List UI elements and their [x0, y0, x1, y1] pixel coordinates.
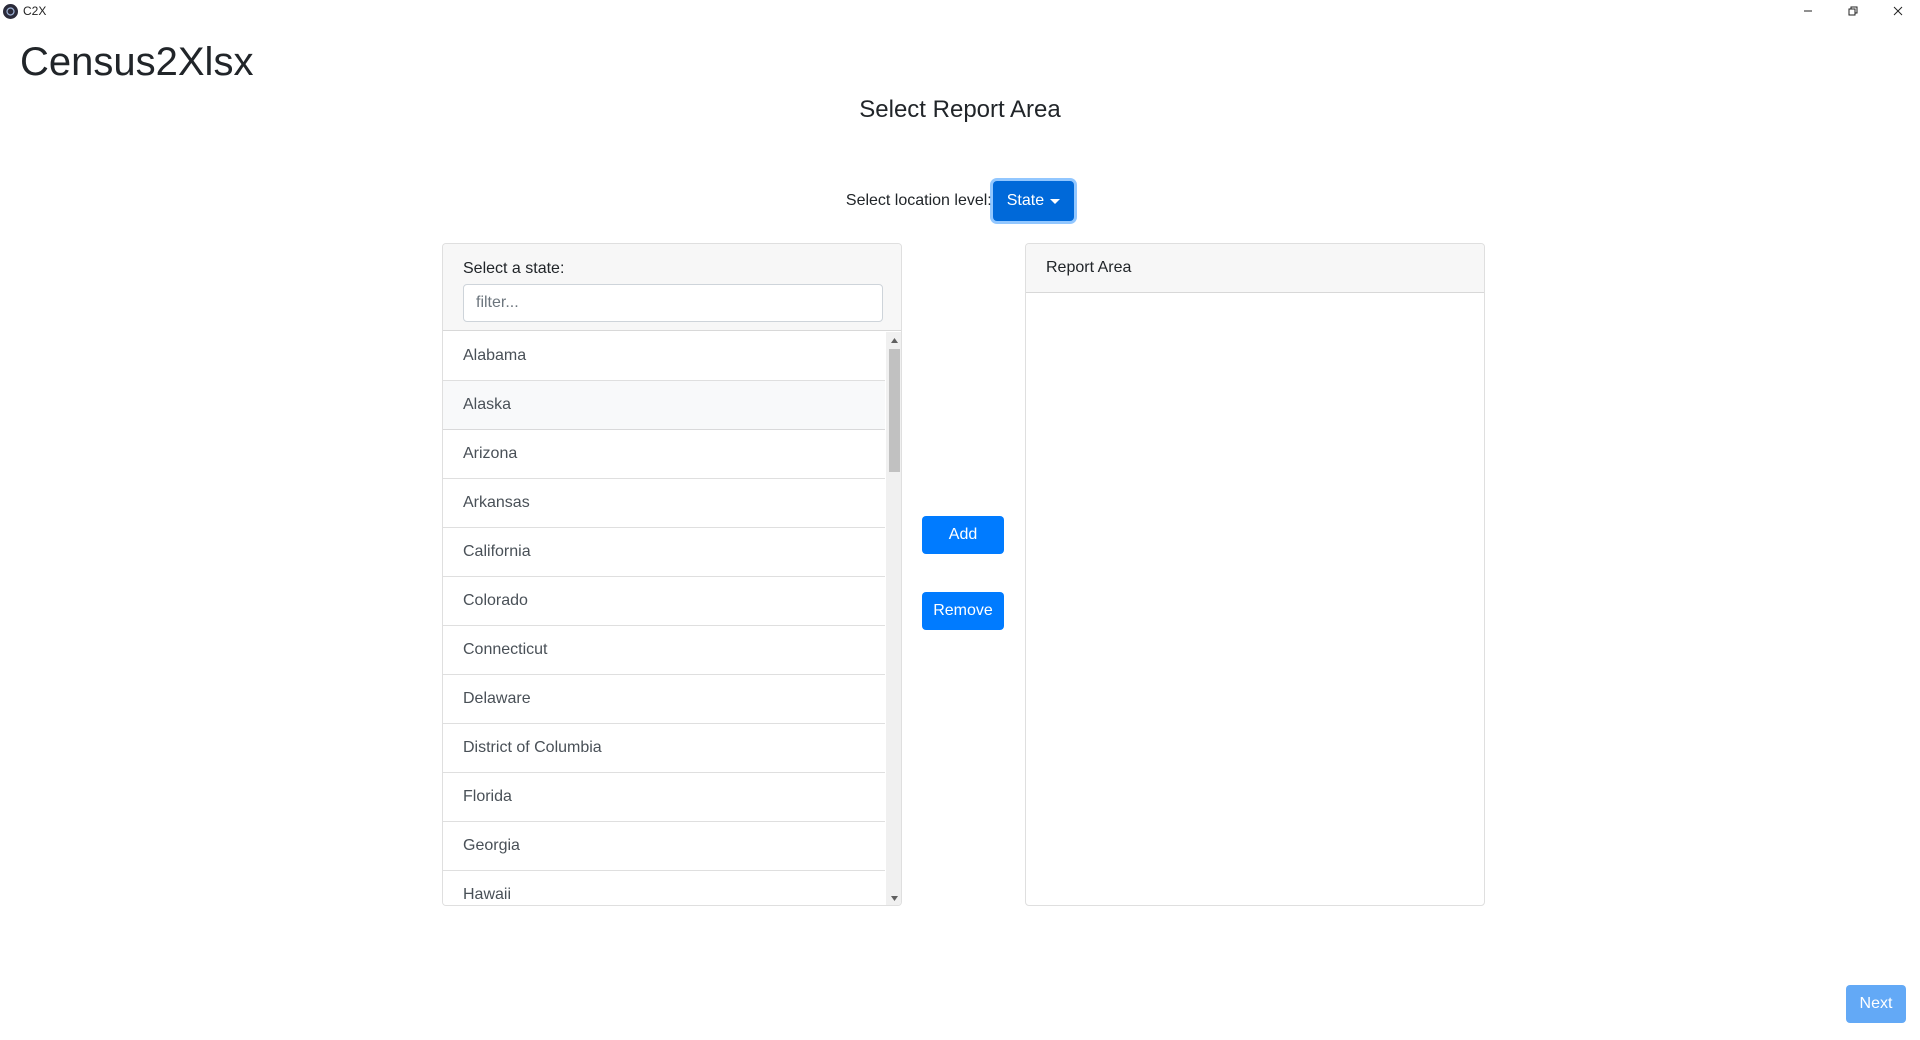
state-list-item[interactable]: Delaware: [443, 675, 885, 724]
scroll-down-arrow-icon[interactable]: [886, 890, 901, 905]
location-level-label: Select location level:: [845, 192, 992, 209]
window-controls: [1785, 0, 1920, 22]
state-select-header: Select a state:: [443, 244, 901, 331]
report-area-header: Report Area: [1026, 244, 1484, 293]
state-list-item[interactable]: Georgia: [443, 822, 885, 871]
select-state-label: Select a state:: [463, 260, 565, 277]
scroll-up-arrow-icon[interactable]: [886, 332, 901, 349]
state-list-item[interactable]: Arkansas: [443, 479, 885, 528]
minimize-button[interactable]: [1785, 0, 1830, 22]
state-list-container: Alabama Alaska Arizona Arkansas California Co…: [443, 332, 901, 905]
state-list-item[interactable]: Colorado: [443, 577, 885, 626]
state-list-item[interactable]: Florida: [443, 773, 885, 822]
state-list-item[interactable]: Connecticut: [443, 626, 885, 675]
location-level-row: Select location level: State: [0, 181, 1920, 221]
state-list-item[interactable]: District of Columbia: [443, 724, 885, 773]
state-list-item[interactable]: Alaska: [443, 381, 885, 430]
state-list-item[interactable]: Hawaii: [443, 871, 885, 905]
scrollbar-thumb[interactable]: [889, 349, 900, 472]
state-list[interactable]: Alabama Alaska Arizona Arkansas California Co…: [443, 332, 885, 905]
remove-button[interactable]: Remove: [922, 592, 1004, 630]
location-level-dropdown[interactable]: State: [992, 181, 1075, 221]
location-level-value: State: [1006, 192, 1045, 209]
close-button[interactable]: [1875, 0, 1920, 22]
state-list-item[interactable]: Arizona: [443, 430, 885, 479]
c2x-app-icon: [3, 3, 18, 19]
minimize-icon: [1803, 10, 1812, 12]
state-select-card: Select a state: AlabamaAlaskaArizonaArka…: [442, 243, 902, 906]
report-area-card: Report Area: [1025, 243, 1485, 906]
window-title: C2X: [23, 4, 47, 18]
window-titlebar: C2X: [0, 0, 1920, 22]
state-list-item[interactable]: California: [443, 528, 885, 577]
caret-down-icon: [1050, 198, 1061, 204]
restore-icon: [1848, 6, 1857, 16]
restore-button[interactable]: [1830, 0, 1875, 22]
next-button[interactable]: Next: [1846, 985, 1906, 1023]
add-button[interactable]: Add: [922, 516, 1004, 554]
app-name: Census2Xlsx: [20, 40, 254, 84]
state-list-scrollbar[interactable]: [886, 332, 901, 905]
page-heading: Select Report Area: [859, 96, 1061, 123]
state-list-item[interactable]: Alabama: [443, 332, 885, 381]
close-icon: [1893, 6, 1902, 16]
state-filter-input[interactable]: [463, 284, 883, 322]
